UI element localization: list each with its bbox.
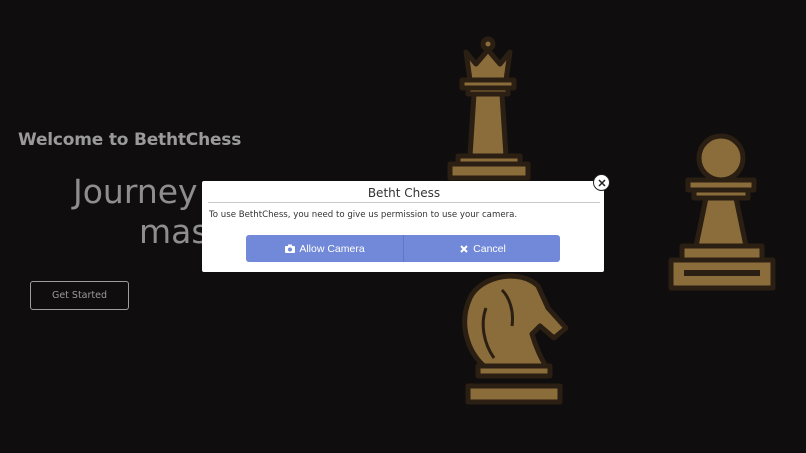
dialog-overlay: Betht Chess To use BethtChess, you need … xyxy=(0,0,806,453)
x-icon xyxy=(458,243,469,254)
dialog-message: To use BethtChess, you need to give us p… xyxy=(209,210,518,220)
cancel-label: Cancel xyxy=(473,242,506,255)
camera-icon xyxy=(284,243,295,254)
close-dialog-button[interactable] xyxy=(593,174,610,191)
cancel-button[interactable]: Cancel xyxy=(403,235,560,262)
dialog-title: Betht Chess xyxy=(208,185,600,203)
camera-permission-dialog: Betht Chess To use BethtChess, you need … xyxy=(202,181,604,272)
allow-camera-label: Allow Camera xyxy=(299,242,365,255)
close-icon xyxy=(597,178,606,187)
allow-camera-button[interactable]: Allow Camera xyxy=(246,235,403,262)
